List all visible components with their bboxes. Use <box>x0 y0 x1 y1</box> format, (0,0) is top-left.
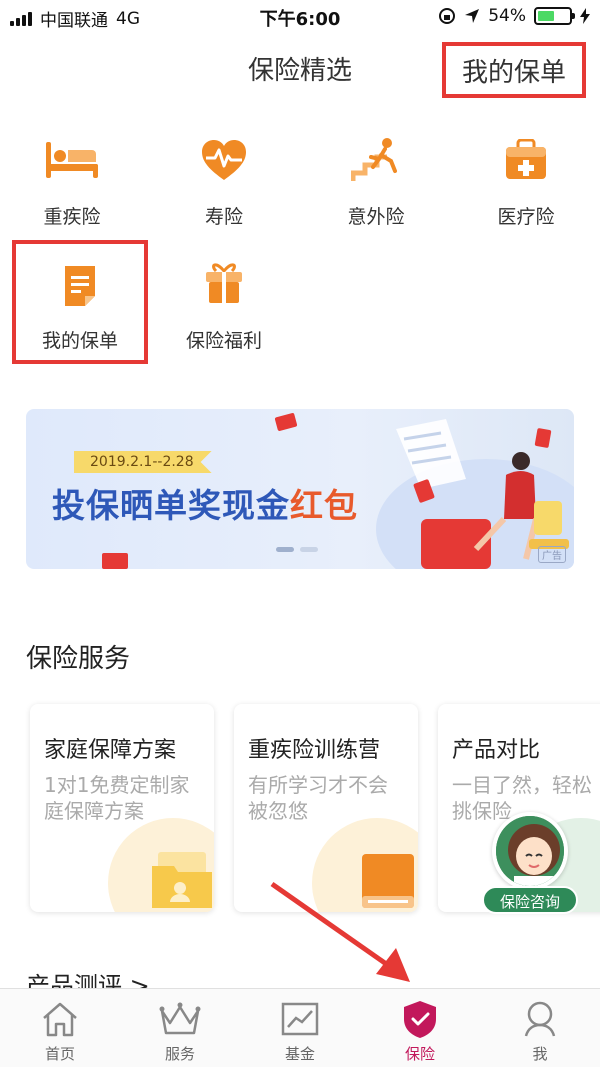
gift-icon <box>194 256 254 312</box>
chart-icon <box>240 999 360 1039</box>
folder-user-icon <box>152 852 212 908</box>
tab-label: 我 <box>532 1045 548 1063</box>
ad-tag: 广告 <box>538 546 566 563</box>
category-label: 医疗险 <box>497 206 555 228</box>
user-icon <box>480 999 600 1039</box>
category-label: 保险福利 <box>185 330 262 352</box>
services-section-title: 保险服务 <box>26 644 131 674</box>
tab-services[interactable]: 服务 <box>120 989 240 1067</box>
category-benefits[interactable]: 保险福利 <box>164 256 284 353</box>
promo-banner[interactable]: 2019.2.1--2.28 投保晒单奖现金红包 广告 <box>26 409 574 569</box>
category-accident[interactable]: 意外险 <box>316 132 436 229</box>
service-card-title: 家庭保障方案 <box>44 738 177 763</box>
banner-headline-accent: 红包 <box>290 486 358 525</box>
category-medical[interactable]: 医疗险 <box>466 132 586 229</box>
medical-kit-icon <box>496 132 556 188</box>
location-icon <box>465 9 480 23</box>
tab-label: 服务 <box>164 1045 195 1063</box>
consult-label: 保险咨询 <box>482 886 578 914</box>
my-policy-link[interactable]: 我的保单 <box>442 42 586 98</box>
tab-me[interactable]: 我 <box>480 989 600 1067</box>
carousel-indicator <box>276 547 318 552</box>
tab-home[interactable]: 首页 <box>0 989 120 1067</box>
bottom-tab-bar: 首页 服务 基金 保险 我 <box>0 988 600 1067</box>
charging-icon <box>580 8 590 24</box>
tab-label: 保险 <box>404 1045 435 1063</box>
tab-label: 基金 <box>284 1045 315 1063</box>
battery-percent: 54% <box>488 6 526 26</box>
service-card-critical-illness-camp[interactable]: 重疾险训练营 有所学习才不会被忽悠 <box>234 704 418 912</box>
book-icon <box>362 854 414 908</box>
category-critical-illness[interactable]: 重疾险 <box>12 132 132 229</box>
banner-date-tag: 2019.2.1--2.28 <box>74 451 212 473</box>
service-card-title: 产品对比 <box>452 738 541 763</box>
tab-funds[interactable]: 基金 <box>240 989 360 1067</box>
product-review-section-title[interactable]: 产品测评 > <box>26 966 150 990</box>
category-my-policy[interactable]: 我的保单 <box>12 240 148 364</box>
category-label: 意外险 <box>347 206 405 228</box>
orientation-lock-icon <box>439 8 456 24</box>
category-label: 重疾险 <box>43 206 101 228</box>
stairs-fall-icon <box>346 132 406 188</box>
shield-check-icon <box>360 999 480 1039</box>
status-bar: 中国联通 4G 下午6:00 54% <box>0 0 600 36</box>
service-card-desc: 1对1免费定制家庭保障方案 <box>44 773 190 823</box>
service-card-title: 重疾险训练营 <box>248 738 381 763</box>
heartbeat-icon <box>194 132 254 188</box>
home-icon <box>0 999 120 1039</box>
service-card-desc: 有所学习才不会被忽悠 <box>248 773 388 823</box>
category-label: 寿险 <box>204 206 243 228</box>
banner-headline: 投保晒单奖现金红包 <box>52 479 358 527</box>
category-label: 我的保单 <box>41 330 118 352</box>
consult-button[interactable]: 保险咨询 <box>482 812 578 916</box>
category-life[interactable]: 寿险 <box>164 132 284 229</box>
consultant-avatar <box>492 812 568 890</box>
hospital-bed-icon <box>42 132 102 188</box>
crown-icon <box>120 999 240 1039</box>
document-icon <box>50 258 110 314</box>
tab-label: 首页 <box>44 1045 75 1063</box>
service-card-family-plan[interactable]: 家庭保障方案 1对1免费定制家庭保障方案 <box>30 704 214 912</box>
battery-icon <box>534 7 575 25</box>
tab-insurance[interactable]: 保险 <box>360 989 480 1067</box>
banner-headline-main: 投保晒单奖现金 <box>52 486 290 525</box>
